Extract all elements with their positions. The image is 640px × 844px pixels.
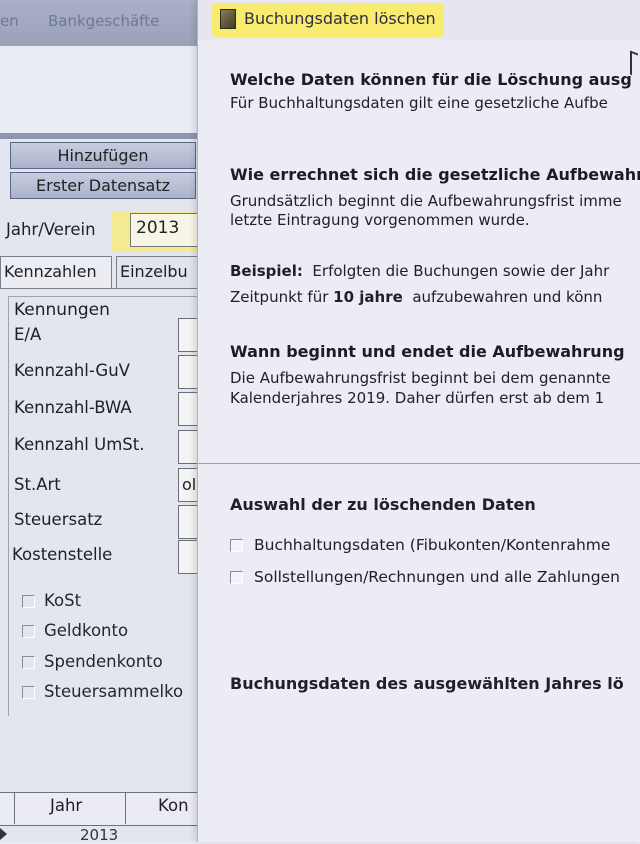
- retention-text-line2: letzte Eintragung vorgenommen wurde.: [230, 211, 530, 229]
- checkbox-spendenkonto[interactable]: Spendenkonto: [22, 652, 163, 671]
- delete-booking-data-dialog: Buchungsdaten löschen Welche Daten könne…: [197, 0, 640, 842]
- checkbox-box[interactable]: [22, 625, 35, 638]
- delete-confirmation-text: Buchungsdaten des ausgewählten Jahres lö: [230, 674, 624, 693]
- background-header-area: [0, 46, 210, 138]
- tab-einzelbuchung[interactable]: Einzelbu: [116, 256, 210, 288]
- group-border-left: [8, 296, 9, 716]
- checkbox-box[interactable]: [22, 595, 35, 608]
- field-label-kostenstelle: Kostenstelle: [12, 545, 113, 564]
- example-line1: Beispiel: Erfolgten die Buchungen sowie …: [230, 262, 609, 281]
- menu-item-partial[interactable]: en: [0, 12, 19, 30]
- example-text-bold: 10 jahre: [333, 288, 403, 306]
- question-which-data: Welche Daten können für die Löschung aus…: [230, 70, 632, 89]
- row-pointer-icon: [0, 828, 7, 840]
- field-label-ea: E/A: [14, 325, 42, 344]
- checkbox-box[interactable]: [230, 571, 243, 584]
- option-accounting-data[interactable]: Buchhaltungsdaten (Fibukonten/Kontenrahm…: [230, 536, 610, 554]
- table-column-divider: [125, 792, 126, 824]
- retention-period-line2: Kalenderjahres 2019. Daher dürfen erst a…: [230, 389, 605, 407]
- example-line2: Zeitpunkt für 10 jahre aufzubewahren und…: [230, 288, 602, 307]
- dialog-titlebar[interactable]: Buchungsdaten löschen: [198, 0, 640, 40]
- checkbox-kost[interactable]: KoSt: [22, 591, 81, 610]
- checkbox-box[interactable]: [230, 539, 243, 552]
- tab-kennzahlen[interactable]: Kennzahlen: [0, 256, 112, 288]
- checkbox-steuersammelkonto[interactable]: Steuersammelko: [22, 682, 183, 701]
- dialog-title: Buchungsdaten löschen: [244, 9, 436, 28]
- background-menubar: en Bankgeschäfte: [0, 0, 210, 46]
- field-label-kennzahl-bwa: Kennzahl-BWA: [14, 398, 132, 417]
- group-title-kennungen: Kennungen: [12, 300, 112, 320]
- table-header-jahr[interactable]: Jahr: [50, 796, 82, 815]
- checkbox-label: Spendenkonto: [44, 652, 163, 671]
- field-label-steuersatz: Steuersatz: [14, 510, 103, 529]
- group-border-top: [8, 296, 210, 297]
- table-row-year[interactable]: 2013: [80, 826, 118, 844]
- background-divider: [0, 133, 210, 139]
- selection-title: Auswahl der zu löschenden Daten: [230, 495, 536, 514]
- checkbox-box[interactable]: [22, 656, 35, 669]
- checkbox-label: KoSt: [44, 591, 82, 610]
- section-divider: [198, 463, 640, 464]
- retention-period-line1: Die Aufbewahrungsfrist beginnt bei dem g…: [230, 369, 611, 387]
- option-invoices-payments[interactable]: Sollstellungen/Rechnungen und alle Zahlu…: [230, 568, 620, 586]
- year-label: Jahr/Verein: [6, 220, 96, 239]
- example-text-post: aufzubewahren und könn: [412, 288, 603, 306]
- tab-divider: [0, 288, 210, 289]
- option-label: Sollstellungen/Rechnungen und alle Zahlu…: [254, 568, 620, 586]
- add-button[interactable]: Hinzufügen: [10, 142, 196, 169]
- field-label-st-art: St.Art: [14, 475, 61, 494]
- question-retention-calc: Wie errechnet sich die gesetzliche Aufbe…: [230, 165, 640, 184]
- answer-which-data: Für Buchhaltungsdaten gilt eine gesetzli…: [230, 94, 608, 112]
- app-icon: [220, 9, 236, 29]
- example-text: Erfolgten die Buchungen sowie der Jahr: [312, 262, 610, 280]
- background-window: en Bankgeschäfte Hinzufügen Erster Daten…: [0, 0, 210, 844]
- example-text-pre: Zeitpunkt für: [230, 288, 329, 306]
- table-column-divider: [14, 792, 15, 824]
- checkbox-label: Geldkonto: [44, 621, 129, 640]
- first-record-button[interactable]: Erster Datensatz: [10, 172, 196, 199]
- retention-text-line1: Grundsätzlich beginnt die Aufbewahrungsf…: [230, 192, 622, 210]
- option-label: Buchhaltungsdaten (Fibukonten/Kontenrahm…: [254, 536, 611, 554]
- question-retention-period: Wann beginnt und endet die Aufbewahrung: [230, 342, 625, 361]
- checkbox-box[interactable]: [22, 686, 35, 699]
- example-label: Beispiel:: [230, 262, 303, 280]
- field-label-kennzahl-umst: Kennzahl UmSt.: [14, 435, 145, 454]
- table-header-konto[interactable]: Kon: [158, 796, 189, 815]
- checkbox-geldkonto[interactable]: Geldkonto: [22, 621, 128, 640]
- field-label-kennzahl-guv: Kennzahl-GuV: [14, 361, 130, 380]
- menu-item-bankgeschaefte[interactable]: Bankgeschäfte: [48, 12, 159, 30]
- checkbox-label: Steuersammelko: [44, 682, 184, 701]
